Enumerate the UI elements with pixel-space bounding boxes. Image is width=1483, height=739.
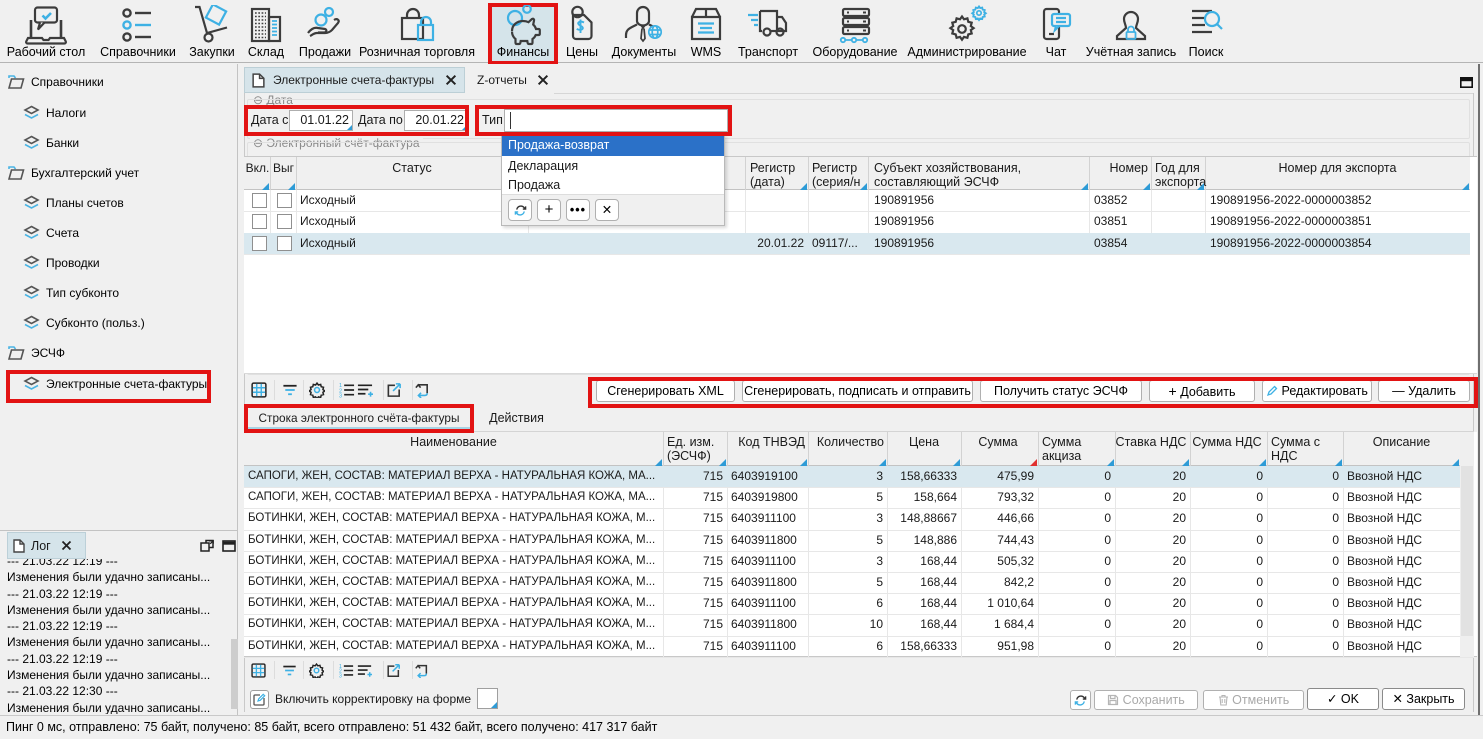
svg-text:3: 3 [339,674,342,678]
svg-text:3: 3 [339,394,342,398]
